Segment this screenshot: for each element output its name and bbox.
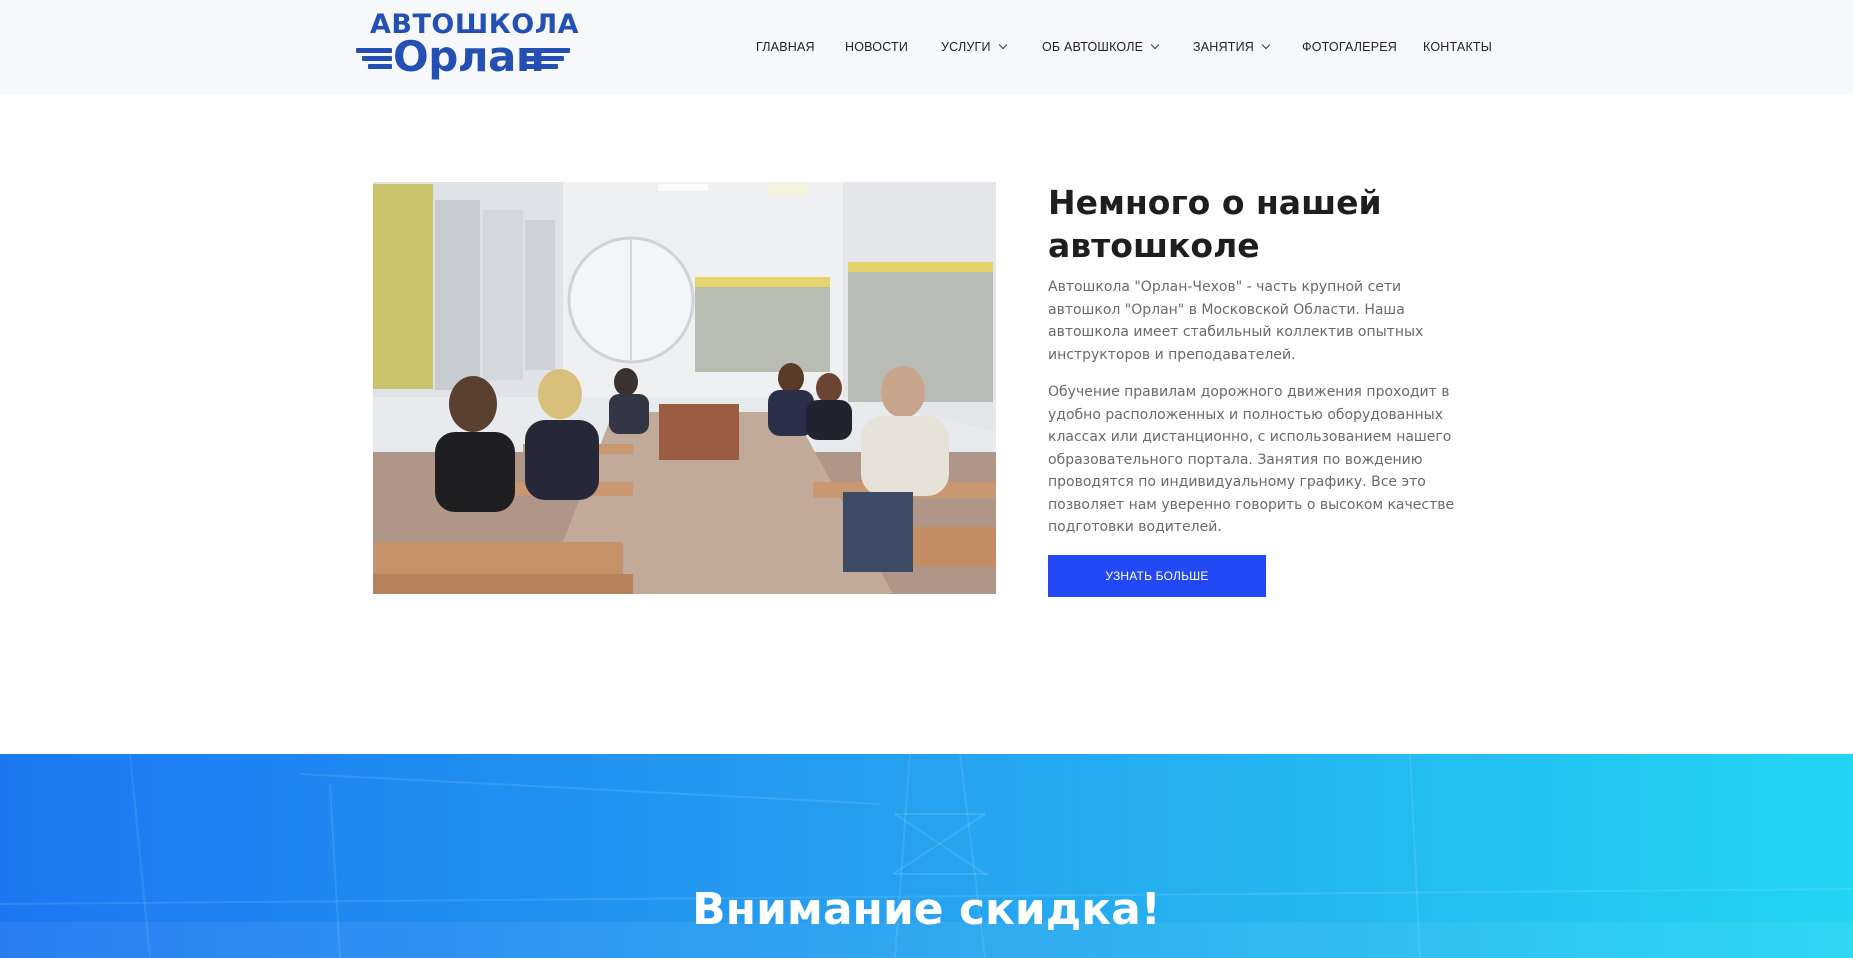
nav-item-gallery[interactable]: ФОТОГАЛЕРЕЯ xyxy=(1302,37,1397,57)
logo-wing-left-2 xyxy=(362,56,392,61)
logo-wing-right-3 xyxy=(526,64,558,69)
logo-wordmark: Орлан xyxy=(393,32,545,81)
nav-item-label: НОВОСТИ xyxy=(845,40,909,54)
banner-title: Внимание скидка! xyxy=(692,884,1161,935)
logo-wing-right-1 xyxy=(526,48,570,53)
about-paragraph-2: Обучение правилам дорожного движения про… xyxy=(1048,384,1455,535)
nav-item-label: ОБ АВТОШКОЛЕ xyxy=(1042,40,1144,54)
nav-item-about[interactable]: ОБ АВТОШКОЛЕ xyxy=(1042,37,1160,57)
nav-item-label: ЗАНЯТИЯ xyxy=(1193,40,1254,54)
nav-item-label: ФОТОГАЛЕРЕЯ xyxy=(1302,40,1398,54)
nav-item-contacts[interactable]: КОНТАКТЫ xyxy=(1423,37,1492,57)
logo-wordmark-block: Орлан xyxy=(356,34,570,82)
nav-item-news[interactable]: НОВОСТИ xyxy=(845,37,908,57)
logo-wing-right-2 xyxy=(526,56,564,61)
nav-item-label: КОНТАКТЫ xyxy=(1423,40,1493,54)
nav-item-classes[interactable]: ЗАНЯТИЯ xyxy=(1193,37,1271,57)
learn-more-button[interactable]: УЗНАТЬ БОЛЬШЕ xyxy=(1048,555,1266,597)
chevron-down-icon xyxy=(1150,40,1160,50)
chevron-down-icon xyxy=(998,40,1007,50)
nav-item-label: УСЛУГИ xyxy=(941,40,991,54)
nav-item-home[interactable]: ГЛАВНАЯ xyxy=(756,37,815,57)
about-paragraph-1: Автошкола "Орлан-Чехов" - часть крупной … xyxy=(1048,279,1424,363)
nav-item-label: ГЛАВНАЯ xyxy=(756,40,815,54)
chevron-down-icon xyxy=(1261,40,1271,50)
logo-wing-left-1 xyxy=(356,48,392,53)
autoschool-orlan-logo[interactable]: АВТОШКОЛА Орлан xyxy=(356,8,579,84)
classroom-photo xyxy=(373,182,996,594)
site-header: АВТОШКОЛА Орлан ГЛАВНАЯ НОВОСТИ УСЛУГИ О… xyxy=(0,0,1853,94)
nav-item-services[interactable]: УСЛУГИ xyxy=(941,37,1007,57)
about-title: Немного о нашей автошколе xyxy=(1048,183,1382,265)
logo-wing-left-3 xyxy=(368,64,392,69)
discount-banner: Внимание скидка! xyxy=(0,754,1853,958)
